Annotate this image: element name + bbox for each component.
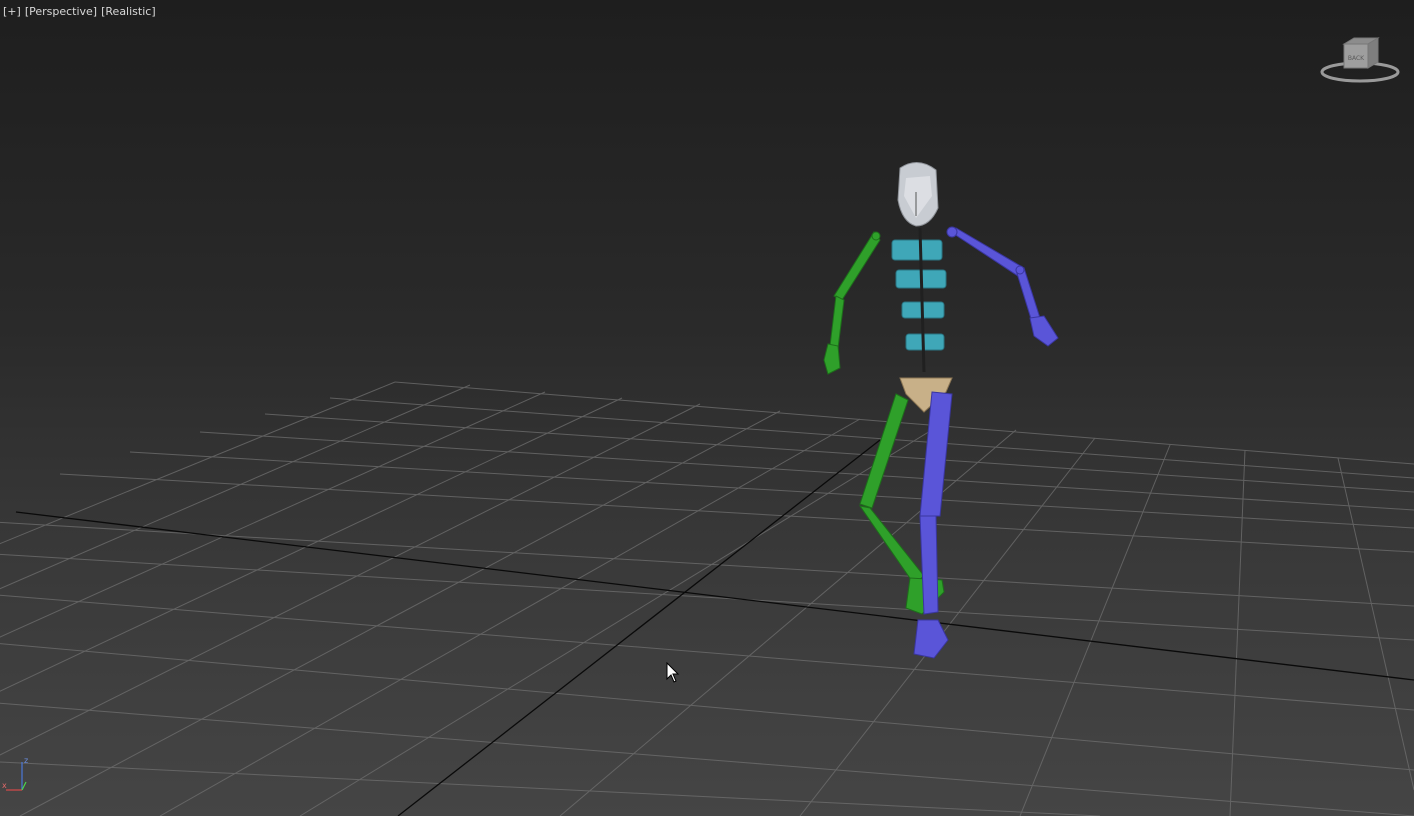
viewport-general-menu[interactable]: [+]	[3, 5, 21, 18]
scene-canvas[interactable]	[0, 0, 1414, 816]
right-arm[interactable]	[946, 226, 1059, 347]
mouse-pointer-icon	[666, 662, 680, 683]
axis-tripod: z x	[2, 756, 28, 791]
perspective-viewport[interactable]: [+] [Perspective] [Realistic] BACK z x	[0, 0, 1414, 816]
viewcube-face-label: BACK	[1348, 55, 1365, 62]
head[interactable]	[897, 162, 939, 227]
axis-z-label: z	[24, 756, 28, 765]
ground-grid	[0, 381, 1414, 816]
viewport-point-of-view-menu[interactable]: [Perspective]	[25, 5, 97, 18]
axis-x-label: x	[2, 781, 7, 790]
spine[interactable]	[891, 227, 947, 373]
viewcube[interactable]: BACK	[1318, 34, 1402, 86]
biped-skeleton[interactable]	[823, 162, 1059, 659]
viewport-label-menu[interactable]: [+] [Perspective] [Realistic]	[3, 3, 156, 19]
left-arm[interactable]	[823, 231, 881, 375]
viewport-shading-menu[interactable]: [Realistic]	[101, 5, 156, 18]
